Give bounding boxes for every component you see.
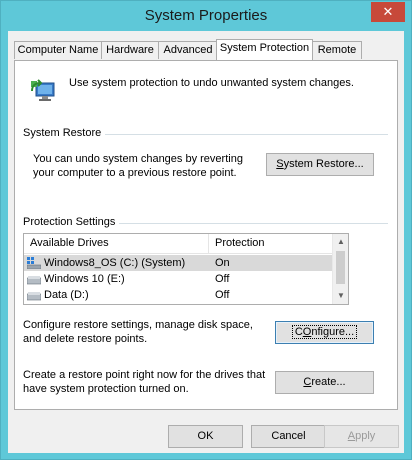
system-restore-button[interactable]: System Restore... bbox=[266, 153, 374, 176]
system-restore-button-label: ystem Restore... bbox=[283, 158, 364, 170]
configure-button-label: nfigure... bbox=[311, 326, 355, 338]
system-protection-panel: Use system protection to undo unwanted s… bbox=[14, 60, 398, 410]
system-restore-description-line1: You can undo system changes by reverting bbox=[33, 153, 243, 165]
window-title: System Properties bbox=[144, 7, 268, 24]
dialog-client-area: Computer Name Hardware Advanced System P… bbox=[8, 31, 404, 453]
create-description-line2: have system protection turned on. bbox=[23, 383, 189, 395]
system-restore-description: You can undo system changes by reverting… bbox=[33, 152, 243, 180]
configure-description-line2: and delete restore points. bbox=[23, 333, 148, 345]
create-button[interactable]: Create... bbox=[275, 371, 374, 394]
drive-protection-status: Off bbox=[215, 289, 230, 301]
configure-button-prefix: C bbox=[294, 326, 303, 338]
create-description: Create a restore point right now for the… bbox=[23, 368, 265, 396]
system-protection-icon bbox=[31, 79, 55, 101]
configure-button[interactable]: COnfigure... bbox=[275, 321, 374, 344]
system-properties-window: System Properties ✕ Computer Name Hardwa… bbox=[0, 0, 412, 460]
system-restore-button-mnemonic: S bbox=[276, 158, 284, 170]
drive-row-c[interactable]: Windows8_OS (C:) (System) On bbox=[24, 255, 334, 271]
drives-list-header: Available Drives Protection bbox=[24, 234, 334, 254]
title-bar[interactable]: System Properties ✕ bbox=[1, 1, 411, 31]
column-separator bbox=[208, 234, 209, 254]
ok-button[interactable]: OK bbox=[168, 425, 243, 448]
tab-remote[interactable]: Remote bbox=[312, 41, 362, 59]
cancel-button[interactable]: Cancel bbox=[251, 425, 326, 448]
apply-button-label: pply bbox=[355, 430, 376, 442]
apply-button-mnemonic: A bbox=[347, 430, 356, 442]
intro-text: Use system protection to undo unwanted s… bbox=[69, 77, 354, 89]
configure-button-focus: COnfigure... bbox=[291, 325, 358, 339]
drive-protection-status: On bbox=[215, 257, 230, 269]
scroll-down-arrow-icon[interactable]: ▼ bbox=[333, 288, 348, 304]
drive-row-e[interactable]: Windows 10 (E:) Off bbox=[24, 271, 334, 287]
column-header-protection[interactable]: Protection bbox=[215, 237, 265, 249]
close-icon: ✕ bbox=[382, 4, 394, 19]
protection-settings-group-title: Protection Settings bbox=[23, 216, 120, 228]
column-header-available-drives[interactable]: Available Drives bbox=[30, 237, 109, 249]
drive-name: Windows 10 (E:) bbox=[44, 273, 125, 285]
create-description-line1: Create a restore point right now for the… bbox=[23, 369, 266, 381]
tab-computer-name[interactable]: Computer Name bbox=[14, 41, 102, 59]
configure-description-line1: Configure restore settings, manage disk … bbox=[23, 319, 253, 331]
hard-drive-icon bbox=[27, 276, 41, 285]
tab-system-protection[interactable]: System Protection bbox=[216, 39, 313, 60]
system-restore-description-line2: your computer to a previous restore poin… bbox=[33, 167, 237, 179]
close-button[interactable]: ✕ bbox=[371, 2, 405, 22]
configure-description: Configure restore settings, manage disk … bbox=[23, 318, 253, 346]
drive-protection-status: Off bbox=[215, 273, 230, 285]
create-button-label: reate... bbox=[311, 376, 346, 388]
hard-drive-icon bbox=[27, 292, 41, 301]
scroll-up-arrow-icon[interactable]: ▲ bbox=[333, 234, 348, 250]
tab-hardware[interactable]: Hardware bbox=[101, 41, 159, 59]
system-drive-icon bbox=[27, 257, 41, 269]
drive-name: Windows8_OS (C:) (System) bbox=[44, 257, 186, 269]
apply-button[interactable]: Apply bbox=[324, 425, 399, 448]
tab-advanced[interactable]: Advanced bbox=[158, 41, 218, 59]
drive-name: Data (D:) bbox=[44, 289, 89, 301]
scrollbar-thumb[interactable] bbox=[336, 251, 345, 284]
drives-list-scrollbar[interactable]: ▲ ▼ bbox=[332, 234, 348, 304]
drive-row-d[interactable]: Data (D:) Off bbox=[24, 287, 334, 303]
drives-list[interactable]: Available Drives Protection Windows8_OS … bbox=[23, 233, 349, 305]
system-restore-group-title: System Restore bbox=[23, 127, 106, 139]
